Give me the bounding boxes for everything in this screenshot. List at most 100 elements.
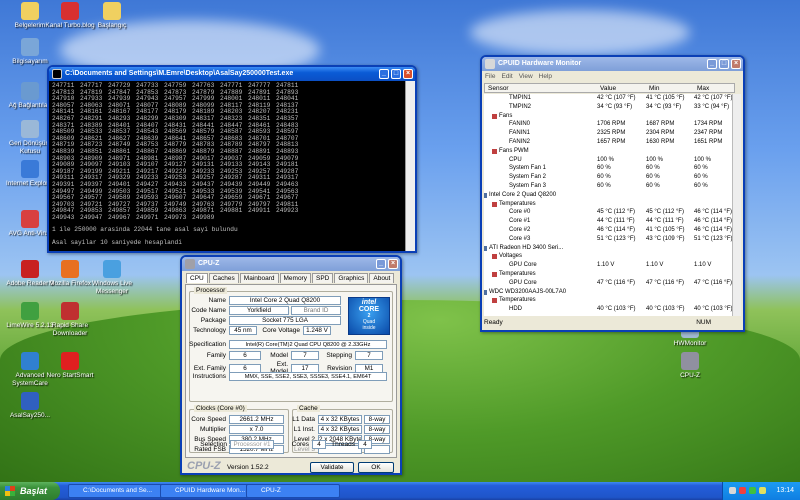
sensor-node-icon: [502, 166, 507, 171]
sensor-row[interactable]: FANIN0 1706 RPM 1687 RPM 1734 RPM: [484, 120, 733, 129]
desktop-icon[interactable]: Bilgisayarım: [2, 38, 58, 66]
sensor-row[interactable]: Intel Core 2 Quad Q8200: [484, 191, 733, 200]
speaker-icon[interactable]: [759, 487, 766, 494]
sensor-row[interactable]: WDC WD3200AAJS-00L7A0: [484, 288, 733, 297]
sensor-row[interactable]: GPU Core 47 °C (116 °F) 47 °C (116 °F) 47 °…: [484, 279, 733, 288]
tab-memory[interactable]: Memory: [279, 273, 311, 283]
sensor-row[interactable]: Core #3 51 °C (123 °F) 43 °C (109 °F) 51 °C…: [484, 235, 733, 244]
desktop-icon[interactable]: Windows Live Messenger: [84, 260, 140, 296]
taskbar-item-cpuz[interactable]: CPU-Z: [246, 484, 340, 498]
tray-icon[interactable]: [729, 487, 736, 494]
taskbar-item-hwmonitor[interactable]: CPUID Hardware Mon...: [160, 484, 254, 498]
sensor-max: 2347 RPM: [694, 130, 723, 137]
sensor-max: 100 %: [694, 156, 712, 163]
header-max[interactable]: Max: [697, 84, 709, 93]
prime-number: 249989: [192, 213, 215, 221]
sensor-name: Fans: [499, 112, 513, 119]
desktop-icon-image: [681, 352, 699, 370]
sensor-row[interactable]: Voltages: [484, 252, 733, 261]
sensor-row[interactable]: Core #2 46 °C (114 °F) 41 °C (105 °F) 46 °C…: [484, 226, 733, 235]
selection-dropdown[interactable]: Processor #1: [230, 440, 274, 449]
hwmonitor-titlebar[interactable]: CPUID Hardware Monitor _ □ ×: [482, 57, 743, 71]
sensor-row[interactable]: Fans PWM: [484, 147, 733, 156]
sensor-row[interactable]: Temperatures: [484, 200, 733, 209]
header-sensor[interactable]: Sensor: [488, 84, 509, 93]
sensor-min: 40 °C (103 °F): [646, 306, 685, 313]
console-scrollbar[interactable]: [405, 81, 415, 251]
tab-graphics[interactable]: Graphics: [334, 273, 369, 283]
sensor-row[interactable]: ATI Radeon HD 3400 Seri...: [484, 244, 733, 253]
sensor-row[interactable]: FANIN2 1657 RPM 1630 RPM 1651 RPM: [484, 138, 733, 147]
header-min[interactable]: Min: [649, 84, 659, 93]
tab-caches[interactable]: Caches: [208, 273, 239, 283]
code-name-value: Yorkfield: [229, 306, 289, 315]
desktop-icon-image: [21, 210, 39, 228]
sensor-scrollbar[interactable]: [732, 94, 741, 316]
desktop-icon[interactable]: CPU-Z: [662, 352, 718, 380]
tray-icon[interactable]: [739, 487, 746, 494]
maximize-button[interactable]: □: [391, 69, 401, 79]
console-window[interactable]: C:\Documents and Settings\M.Emre\Desktop…: [47, 65, 417, 253]
console-row: 249847 249853 249857 249859 249863 249871 2498…: [52, 208, 403, 215]
sensor-node-icon: [502, 158, 507, 163]
wallpaper-cloud: [470, 10, 690, 55]
desktop-icon[interactable]: Başlangıç: [84, 2, 140, 30]
menu-view[interactable]: View: [519, 71, 533, 82]
minimize-button[interactable]: _: [707, 59, 717, 69]
sensor-name: System Fan 2: [509, 174, 547, 181]
prime-number: 249973: [164, 213, 187, 221]
close-button[interactable]: ×: [403, 69, 413, 79]
sensor-row[interactable]: TMPIN1 42 °C (107 °F) 41 °C (105 °F) 42 °C …: [484, 94, 733, 103]
menu-edit[interactable]: Edit: [501, 71, 512, 82]
sensor-row[interactable]: CPU 100 % 100 % 100 %: [484, 156, 733, 165]
logo-inside: inside: [362, 325, 376, 331]
l1-data-assoc: 8-way: [364, 415, 390, 424]
sensor-row[interactable]: Temperatures: [484, 270, 733, 279]
clock[interactable]: 13:14: [776, 482, 794, 500]
desktop-icon[interactable]: AsalSay250...: [2, 392, 58, 420]
maximize-button[interactable]: □: [719, 59, 729, 69]
taskbar-item-console[interactable]: C:\Documents and Se...: [68, 484, 168, 498]
sensor-name: Intel Core 2 Quad Q8200: [489, 191, 557, 198]
validate-button[interactable]: Validate: [310, 462, 354, 473]
tab-spd[interactable]: SPD: [311, 273, 334, 283]
sensor-node-icon: [502, 96, 507, 101]
sensor-node-icon: [502, 105, 507, 110]
cpuz-window[interactable]: CPU-Z _ × CPU Caches Mainboard Memory SP…: [180, 255, 402, 475]
menu-file[interactable]: File: [485, 71, 495, 82]
sensor-row[interactable]: System Fan 3 60 % 60 % 60 %: [484, 182, 733, 191]
sensor-row[interactable]: GPU Core 1.10 V 1.10 V 1.10 V: [484, 261, 733, 270]
menu-help[interactable]: Help: [539, 71, 552, 82]
desktop-icon[interactable]: Nero StartSmart: [42, 352, 98, 380]
sensor-row[interactable]: System Fan 2 60 % 60 % 60 %: [484, 173, 733, 182]
minimize-button[interactable]: _: [376, 259, 386, 269]
sensor-row[interactable]: HDD 40 °C (103 °F) 40 °C (103 °F) 40 °C (10…: [484, 305, 733, 314]
tab-about[interactable]: About: [369, 273, 395, 283]
sensor-row[interactable]: TMPIN2 34 °C (93 °F) 34 °C (93 °F) 33 °C (9…: [484, 103, 733, 112]
cpuz-titlebar[interactable]: CPU-Z _ ×: [182, 257, 400, 271]
hwmonitor-title: CPUID Hardware Monitor: [498, 60, 582, 67]
minimize-button[interactable]: _: [379, 69, 389, 79]
sensor-row[interactable]: Core #1 44 °C (111 °F) 44 °C (111 °F) 46 °C…: [484, 217, 733, 226]
sensor-row[interactable]: Core #0 45 °C (112 °F) 45 °C (112 °F) 46 °C…: [484, 208, 733, 217]
close-button[interactable]: ×: [388, 259, 398, 269]
header-value[interactable]: Value: [600, 84, 616, 93]
console-titlebar[interactable]: C:\Documents and Settings\M.Emre\Desktop…: [49, 67, 415, 81]
close-button[interactable]: ×: [731, 59, 741, 69]
console-title: C:\Documents and Settings\M.Emre\Desktop…: [65, 70, 294, 77]
sensor-tree[interactable]: TMPIN1 42 °C (107 °F) 41 °C (105 °F) 42 °C …: [484, 94, 735, 316]
tab-mainboard[interactable]: Mainboard: [239, 273, 279, 283]
desktop-icon[interactable]: Rapid Share Downloader: [42, 302, 98, 338]
start-button[interactable]: Başlat: [0, 482, 60, 500]
sensor-max: 46 °C (114 °F): [694, 227, 733, 233]
sensor-row[interactable]: Temperatures: [484, 296, 733, 305]
ok-button[interactable]: OK: [358, 462, 394, 473]
sensor-row[interactable]: FANIN1 2325 RPM 2304 RPM 2347 RPM: [484, 129, 733, 138]
sensor-row[interactable]: Fans: [484, 112, 733, 121]
tab-cpu[interactable]: CPU: [186, 273, 208, 283]
multiplier-label: Multiplier: [199, 426, 226, 433]
sensor-row[interactable]: System Fan 1 60 % 60 % 60 %: [484, 164, 733, 173]
tray-icon[interactable]: [749, 487, 756, 494]
hwmonitor-window[interactable]: CPUID Hardware Monitor _ □ × File Edit V…: [480, 55, 745, 332]
sensor-value: 51 °C (123 °F): [597, 235, 636, 242]
